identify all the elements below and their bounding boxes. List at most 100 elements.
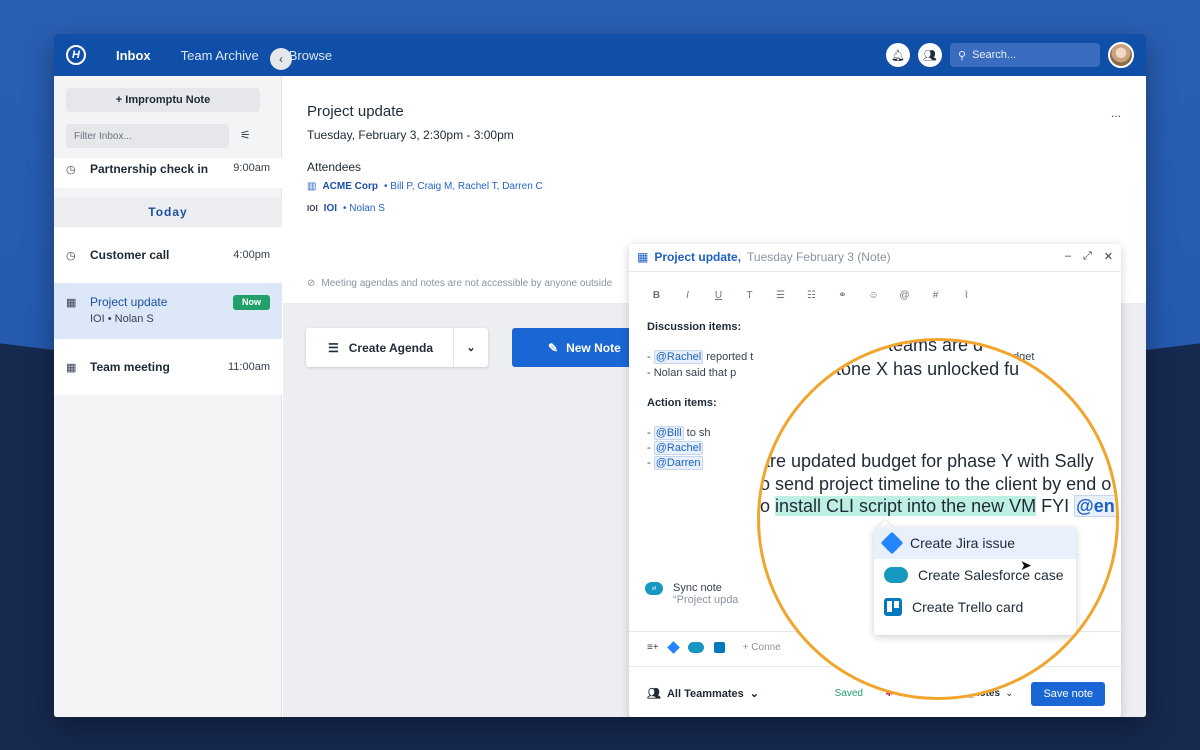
privacy-notice: ⊘ Meeting agendas and notes are not acce… [307,278,612,289]
inbox-item-time: 9:00am [233,162,270,174]
org-logo-icon: IOI [307,204,318,213]
notifications-bell-icon[interactable]: 🔔︎ [886,43,910,67]
pencil-icon: ✎ [548,340,559,355]
org-name[interactable]: ACME Corp [322,181,378,192]
chevron-down-icon: ⌄ [1005,688,1014,699]
search-icon: ⚲ [958,49,967,62]
share-label: All Teammates [666,687,744,700]
meeting-date: Tuesday, February 3, 2:30pm - 3:00pm [307,128,514,142]
note-line[interactable]: - @Rachel [647,441,704,455]
zoomed-text: o send project timeline to the client by… [760,474,1112,494]
inbox-item-title: Team meeting [90,360,170,374]
link-icon[interactable]: ⚭ [835,290,850,301]
inbox-item[interactable]: ◷ Partnership check in 9:00am [54,158,282,188]
salesforce-icon: sf [645,582,663,595]
mention-tag[interactable]: @Rachel [653,350,704,364]
note-line[interactable]: - @Bill to sh [647,426,710,440]
more-options-icon[interactable]: ... [1111,106,1121,120]
note-line[interactable]: - @Rachel reported t dget [647,350,1034,364]
new-note-button[interactable]: ✎ New Note [512,328,637,367]
emoji-icon[interactable]: ☺ [866,290,881,301]
sync-title: Sync note [673,582,722,594]
logo-icon[interactable]: H [66,45,86,65]
inbox-item[interactable]: ◷ Customer call 4:00pm [54,227,282,283]
collapse-sidebar-button[interactable]: ‹ [270,48,292,70]
mention-tag[interactable]: @en [1074,495,1116,517]
zoomed-text: teams are d [888,338,984,355]
discussion-heading: Discussion items: [647,321,742,333]
filter-icon[interactable]: ⚟ [240,128,251,142]
note-line[interactable]: - @Darren [647,456,703,470]
nav-tab-inbox[interactable]: Inbox [116,48,151,63]
create-agenda-button[interactable]: ☰ Create Agenda ⌄ [306,328,488,367]
menu-item-label: Create Salesforce case [918,567,1064,583]
team-icon[interactable]: 👥︎ [918,43,942,67]
search-placeholder: Search... [972,49,1017,61]
underline-icon[interactable]: U [711,290,726,301]
menu-item-jira[interactable]: Create Jira issue [874,527,1076,559]
attendee-row: ▥ ACME Corp • Bill P, Craig M, Rachel T,… [307,181,543,192]
inbox-item-title: Partnership check in [90,162,209,176]
zoomed-text: o [760,496,776,516]
magnifier-callout: teams are d tone X has unlocked fu are u… [757,338,1119,700]
mention-tag[interactable]: @Darren [653,456,703,470]
sidebar: + Impromptu Note Filter Inbox... ⚟ ◷ Par… [54,76,282,717]
mention-tag[interactable]: @Bill [653,426,684,440]
salesforce-icon[interactable] [687,642,704,653]
share-dropdown[interactable]: 👥︎ All Teammates ⌄ [647,687,760,701]
save-note-button[interactable]: Save note [1031,681,1105,706]
inbox-item-time: 4:00pm [233,249,270,261]
attendees-label: Attendees [307,160,362,174]
chevron-down-icon[interactable]: ⌄ [453,328,488,367]
mention-icon[interactable]: @ [897,290,912,301]
attendee-list[interactable]: • Bill P, Craig M, Rachel T, Darren C [384,181,543,192]
avatar[interactable] [1108,42,1134,68]
bullet-list-icon[interactable]: ☰ [773,290,788,301]
menu-item-trello[interactable]: Create Trello card [874,591,1076,623]
trello-icon[interactable] [713,642,725,653]
add-list-icon[interactable]: ≡+ [647,642,659,653]
note-header: ▦ Project update, Tuesday February 3 (No… [637,250,891,264]
org-name[interactable]: IOI [324,203,337,214]
sync-note[interactable]: sf Sync note “Project upda [645,582,738,606]
hashtag-icon[interactable]: # [928,290,943,301]
expand-icon[interactable]: ⤢ [1083,250,1092,263]
jira-icon [880,531,904,555]
inbox-item-title: Customer call [90,248,170,262]
zoomed-text-line[interactable]: o install CLI script into the new VM FYI… [760,495,1116,517]
note-title: Project update, [654,250,742,264]
inbox-item-title: Project update [90,295,168,309]
highlighted-selection[interactable]: install CLI script into the new VM [775,496,1037,516]
minimize-icon[interactable]: – [1065,250,1071,263]
attendee-list[interactable]: • Nolan S [343,203,385,214]
nav-tab-team-archive[interactable]: Team Archive [181,48,259,63]
nav-tab-browse[interactable]: Browse [289,48,332,63]
search-input[interactable]: ⚲ Search... [950,43,1100,67]
format-toolbar: B I U T ☰ ☷ ⚭ ☺ @ # ⌇ [649,290,974,301]
list-icon: ☰ [328,340,339,355]
italic-icon[interactable]: I [680,290,695,301]
jira-icon[interactable] [666,641,680,654]
attendee-row: IOI IOI • Nolan S [307,203,385,214]
zoomed-text: FYI [1036,496,1075,516]
connect-button[interactable]: + Conne [743,642,781,653]
text-size-icon[interactable]: T [742,290,757,301]
menu-item-salesforce[interactable]: Create Salesforce case [874,559,1076,591]
inbox-item[interactable]: ▦ Team meeting 11:00am [54,339,282,395]
numbered-list-icon[interactable]: ☷ [804,290,819,301]
chevron-down-icon: ⌄ [749,688,760,700]
trello-icon [884,598,902,616]
impromptu-note-button[interactable]: + Impromptu Note [66,88,260,112]
status-badge: Now [233,295,270,310]
calendar-icon: ▦ [66,362,77,374]
eye-off-icon: ⊘ [307,278,316,289]
close-icon[interactable]: ✕ [1104,250,1113,263]
mention-tag[interactable]: @Rachel [653,441,704,455]
attachment-icon[interactable]: ⌇ [959,290,974,301]
inbox-item-selected[interactable]: ▦ Project update IOI • Nolan S Now [54,283,282,339]
filter-inbox-input[interactable]: Filter Inbox... [66,124,229,148]
meeting-title: Project update [307,103,404,120]
building-icon: ▥ [307,181,317,192]
note-line[interactable]: - Nolan said that p [647,367,736,379]
bold-icon[interactable]: B [649,290,664,301]
